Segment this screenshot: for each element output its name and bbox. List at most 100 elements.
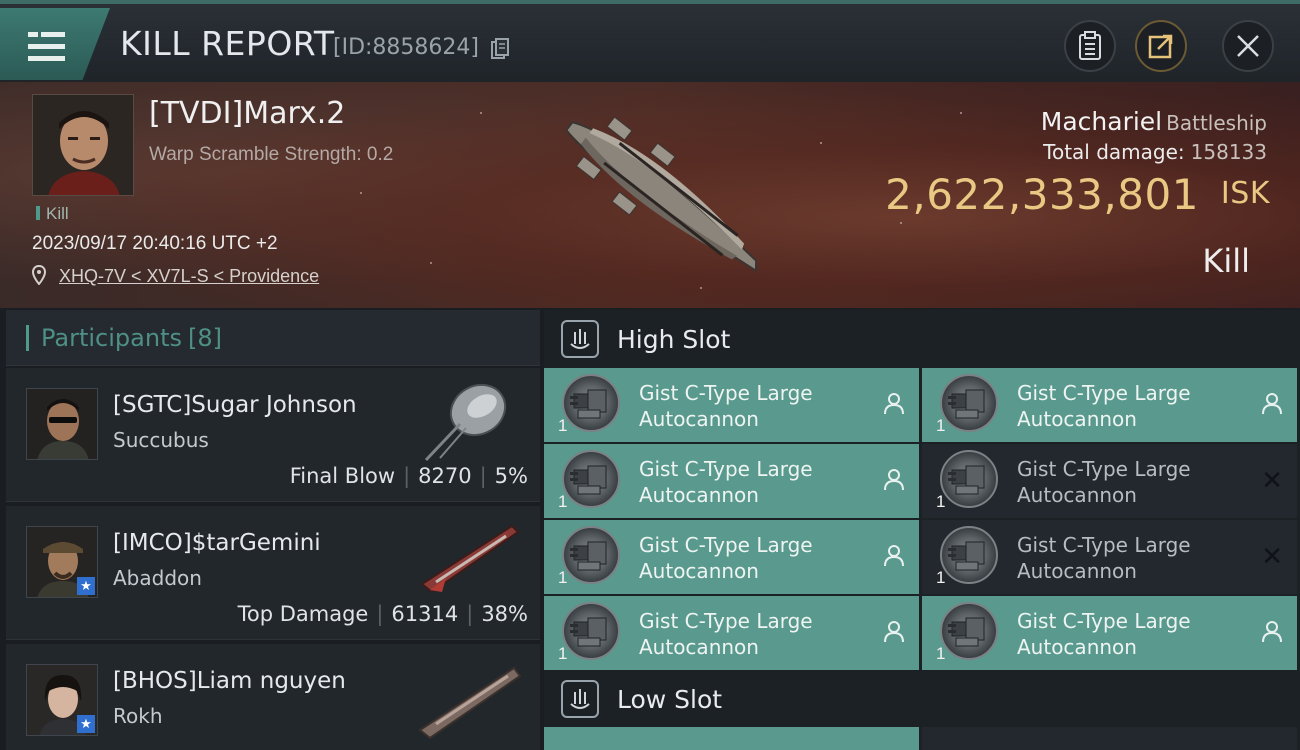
module-item[interactable]: 1 Gist C-Type Large Autocannon [544, 368, 919, 442]
module-quantity: 1 [558, 416, 568, 435]
person-icon [883, 468, 905, 492]
close-icon [1237, 35, 1259, 57]
person-icon [883, 620, 905, 644]
kill-tag: Kill [36, 204, 69, 224]
participants-header: Participants [8] [6, 310, 540, 366]
location-link[interactable]: XHQ-7V < XV7L-S < Providence [59, 266, 319, 286]
kill-timestamp: 2023/09/17 20:40:16 UTC +2 [32, 233, 278, 254]
module-name-line1: Gist C-Type Large [1017, 457, 1191, 481]
participant-avatar [26, 388, 98, 460]
participant-row[interactable]: ★ [IMCO]$tarGemini Abaddon Top Damage | 61… [6, 506, 540, 640]
share-button[interactable] [1135, 20, 1187, 72]
low-slot-header: Low Slot [544, 670, 1300, 728]
module-item[interactable]: 1 Gist C-Type Large Autocannon [922, 596, 1297, 670]
ship-name: Machariel [1040, 107, 1163, 136]
map-pin-icon [31, 264, 47, 286]
slot-icon [561, 320, 599, 358]
module-quantity: 1 [558, 568, 568, 587]
person-icon [1261, 392, 1283, 416]
module-slot-partial[interactable] [544, 727, 919, 750]
module-item[interactable]: 1 Gist C-Type Large Autocannon [922, 368, 1297, 442]
module-name: Gist C-Type Large Autocannon [639, 380, 813, 432]
share-icon [1148, 34, 1173, 59]
victim-avatar [32, 94, 134, 196]
victim-ship-render[interactable] [535, 92, 785, 302]
module-name: Gist C-Type Large Autocannon [639, 608, 813, 660]
module-name-line1: Gist C-Type Large [639, 609, 813, 633]
module-quantity: 1 [936, 568, 946, 587]
page-title: KILL REPORT [120, 24, 335, 63]
total-damage: Total damage: 158133 [1043, 140, 1267, 164]
isk-amount: 2,622,333,801 [885, 170, 1199, 219]
menu-button[interactable] [0, 8, 110, 80]
module-item[interactable]: 1 Gist C-Type Large Autocannon [544, 596, 919, 670]
module-name-line1: Gist C-Type Large [1017, 609, 1191, 633]
module-item[interactable]: 1 Gist C-Type Large Autocannon [544, 444, 919, 518]
autocannon-icon [940, 602, 998, 660]
autocannon-icon [562, 526, 620, 584]
module-name-line2: Autocannon [1017, 483, 1137, 507]
participant-row[interactable]: [SGTC]Sugar Johnson Succubus Final Blow |… [6, 368, 540, 502]
module-name-line1: Gist C-Type Large [639, 381, 813, 405]
close-button[interactable] [1222, 20, 1274, 72]
module-name: Gist C-Type Large Autocannon [1017, 608, 1191, 660]
kill-result: Kill [1202, 242, 1250, 280]
person-icon [883, 544, 905, 568]
participants-label: Participants [41, 323, 182, 352]
total-damage-value: 158133 [1190, 140, 1267, 164]
participant-stats: Final Blow | 8270 | 5% [289, 464, 528, 488]
module-name-line2: Autocannon [1017, 407, 1137, 431]
module-name-line2: Autocannon [639, 483, 759, 507]
star-badge-icon: ★ [77, 577, 95, 595]
victim-name[interactable]: [TVDI]Marx.2 [149, 96, 345, 131]
module-item[interactable]: 1 Gist C-Type Large Autocannon ✕ [922, 444, 1297, 518]
autocannon-icon [940, 374, 998, 432]
victim-ship: Machariel Battleship [1041, 107, 1267, 136]
total-damage-label: Total damage: [1043, 140, 1185, 164]
person-icon [1261, 620, 1283, 644]
participant-ship-render [416, 512, 526, 602]
high-slot-label: High Slot [617, 324, 731, 354]
warp-scramble-strength: Warp Scramble Strength: 0.2 [149, 144, 394, 165]
hamburger-menu-icon [28, 30, 65, 69]
module-name-line2: Autocannon [639, 559, 759, 583]
clipboard-button[interactable] [1064, 20, 1116, 72]
participant-row[interactable]: ★ [BHOS]Liam nguyen Rokh [6, 644, 540, 750]
module-item[interactable]: 1 Gist C-Type Large Autocannon [544, 520, 919, 594]
participant-stat-label: Final Blow [289, 464, 396, 488]
autocannon-icon [562, 602, 620, 660]
ship-class: Battleship [1166, 111, 1267, 135]
report-id: [ID:8858624] [333, 35, 479, 60]
participant-percent: 5% [494, 464, 528, 488]
star-badge-icon: ★ [77, 715, 95, 733]
kill-location[interactable]: XHQ-7V < XV7L-S < Providence [31, 264, 319, 287]
module-name: Gist C-Type Large Autocannon [1017, 532, 1191, 584]
module-name-line1: Gist C-Type Large [1017, 533, 1191, 557]
module-name-line1: Gist C-Type Large [639, 457, 813, 481]
participant-stats: Top Damage | 61314 | 38% [237, 602, 528, 626]
victim-banner: [TVDI]Marx.2 Warp Scramble Strength: 0.2… [0, 82, 1300, 308]
autocannon-icon [562, 374, 620, 432]
isk-value: 2,622,333,801 ISK [885, 170, 1270, 219]
participants-count: [8] [187, 323, 222, 352]
header-bar: KILL REPORT [ID:8858624] [0, 0, 1300, 82]
participant-stat-label: Top Damage [237, 602, 369, 626]
isk-unit: ISK [1220, 176, 1270, 211]
module-quantity: 1 [558, 492, 568, 511]
participant-ship: Rokh [113, 704, 163, 728]
participant-name[interactable]: [SGTC]Sugar Johnson [113, 392, 357, 418]
module-name-line2: Autocannon [1017, 559, 1137, 583]
participant-ship: Succubus [113, 428, 209, 452]
participant-name[interactable]: [IMCO]$tarGemini [113, 530, 321, 556]
high-slot-header: High Slot [544, 310, 1300, 368]
low-slot-label: Low Slot [617, 684, 723, 714]
participant-percent: 38% [481, 602, 528, 626]
copy-icon[interactable] [490, 38, 510, 60]
participant-ship: Abaddon [113, 566, 202, 590]
module-quantity: 1 [936, 644, 946, 663]
participants-panel: Participants [8] [SGTC]Sugar Johnson Suc… [6, 310, 540, 750]
module-slot-partial[interactable] [922, 727, 1297, 750]
module-item[interactable]: 1 Gist C-Type Large Autocannon ✕ [922, 520, 1297, 594]
participant-name[interactable]: [BHOS]Liam nguyen [113, 668, 346, 694]
module-name: Gist C-Type Large Autocannon [639, 456, 813, 508]
